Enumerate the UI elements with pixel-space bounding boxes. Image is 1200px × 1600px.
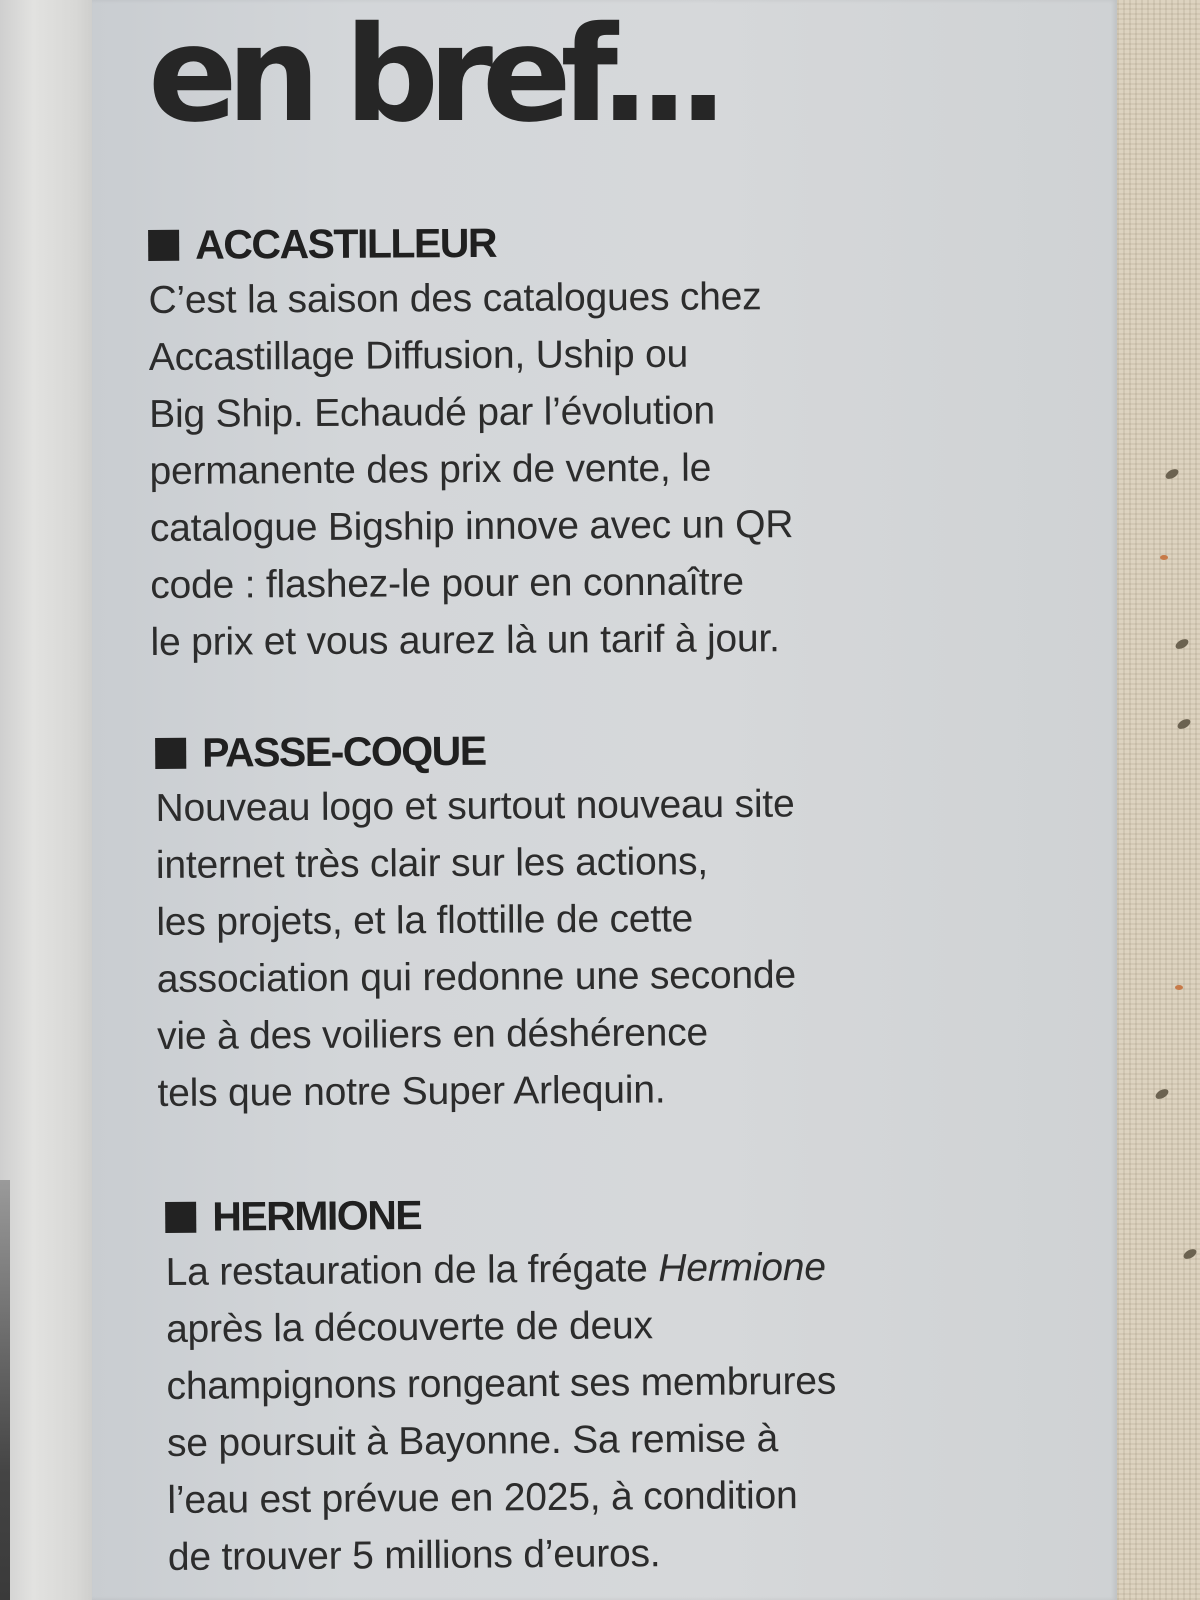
section-body: La restauration de la frégate Hermione a… (165, 1239, 837, 1586)
fabric-pattern-leaf (1153, 1087, 1171, 1101)
page-binding-shadow (0, 1180, 10, 1600)
body-line: La restauration de la frégate Hermione (165, 1239, 835, 1301)
ship-name-italic: Hermione (658, 1245, 826, 1291)
column-title: en bref... (148, 0, 728, 152)
fabric-pattern-leaf (1163, 467, 1181, 481)
fabric-background (1105, 0, 1200, 1600)
body-line: après la découverte de deux (165, 1304, 654, 1351)
news-brief-accastilleur: ACCASTILLEUR C’est la saison des catalog… (148, 214, 794, 671)
section-body: C’est la saison des catalogues chez Acca… (148, 268, 794, 671)
body-line: les projets, et la flottille de cette (156, 897, 694, 944)
fabric-pattern-leaf (1175, 717, 1193, 731)
section-heading-label: HERMIONE (212, 1191, 422, 1240)
body-line: tels que notre Super Arlequin. (157, 1068, 666, 1115)
body-line: C’est la saison des catalogues chez (148, 275, 762, 322)
section-heading-label: PASSE-COQUE (202, 727, 486, 776)
body-line: de trouver 5 millions d’euros. (167, 1532, 661, 1579)
section-heading: PASSE-COQUE (155, 722, 795, 780)
fabric-pattern-dot (1175, 985, 1183, 990)
body-line: l’eau est prévue en 2025, à condition (167, 1474, 798, 1522)
body-line: le prix et vous aurez là un tarif à jour… (150, 617, 780, 664)
fabric-pattern-leaf (1181, 1247, 1199, 1261)
body-line: Big Ship. Echaudé par l’évolution (149, 389, 716, 436)
section-heading: HERMIONE (165, 1185, 835, 1244)
body-line: internet très clair sur les actions, (155, 840, 709, 887)
section-heading-label: ACCASTILLEUR (195, 219, 497, 268)
body-line: catalogue Bigship innove avec un QR (149, 503, 794, 550)
body-line: Nouveau logo et surtout nouveau site (155, 782, 795, 830)
body-line: champignons rongeant ses membrures (166, 1359, 837, 1408)
section-heading: ACCASTILLEUR (148, 214, 792, 272)
body-line: se poursuit à Bayonne. Sa remise à (166, 1417, 779, 1465)
news-brief-hermione: HERMIONE La restauration de la frégate H… (165, 1185, 838, 1586)
black-square-icon (155, 737, 187, 769)
section-body: Nouveau logo et surtout nouveau site int… (155, 776, 797, 1122)
black-square-icon (148, 229, 180, 261)
fabric-pattern-leaf (1173, 637, 1191, 651)
body-line: code : flashez-le pour en connaître (150, 560, 744, 607)
news-brief-passe-coque: PASSE-COQUE Nouveau logo et surtout nouv… (155, 722, 797, 1122)
fabric-pattern-dot (1160, 555, 1168, 560)
body-line: vie à des voiliers en déshérence (157, 1011, 709, 1058)
body-line: association qui redonne une seconde (156, 953, 797, 1001)
body-line: Accastillage Diffusion, Uship ou (148, 332, 689, 379)
black-square-icon (165, 1201, 197, 1233)
adjacent-page-edge (0, 0, 95, 1600)
body-line: permanente des prix de vente, le (149, 446, 712, 493)
body-line-text: La restauration de la frégate (165, 1247, 659, 1294)
